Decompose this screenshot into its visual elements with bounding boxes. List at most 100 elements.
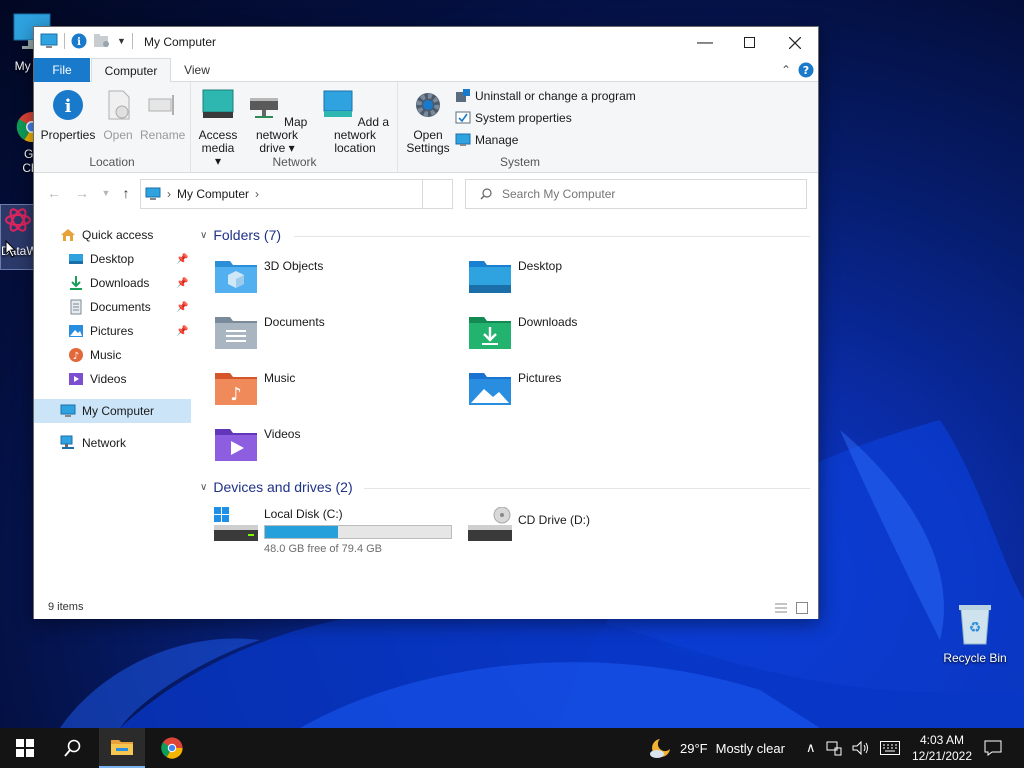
monitor-icon <box>60 403 76 419</box>
pin-icon: 📌 <box>176 301 189 313</box>
divider <box>294 236 810 237</box>
sidebar-item-music[interactable]: ♪ Music <box>34 343 191 367</box>
rename-button[interactable]: Rename <box>140 88 185 142</box>
weather-widget[interactable]: 29°F Mostly clear <box>648 728 785 768</box>
network-status-icon[interactable] <box>826 740 842 756</box>
open-label: Open <box>103 128 133 142</box>
navigation-pane: Quick access Desktop 📌 Downloads 📌 Docum… <box>34 217 192 591</box>
clock[interactable]: 4:03 AM 12/21/2022 <box>908 732 976 764</box>
tab-file[interactable]: File <box>34 58 90 82</box>
add-network-location-label-line2: location <box>334 141 376 155</box>
properties-icon[interactable]: i <box>71 33 87 49</box>
chevron-up-icon[interactable]: ∧ <box>806 740 816 756</box>
download-icon <box>68 275 84 291</box>
taskbar-file-explorer[interactable] <box>99 728 145 768</box>
devices-section-header[interactable]: ∨ Devices and drives (2) <box>200 479 353 495</box>
properties-button[interactable]: i Properties <box>40 88 96 142</box>
sidebar-item-documents[interactable]: Documents 📌 <box>34 295 191 319</box>
svg-text:i: i <box>65 96 72 117</box>
status-bar: 9 items <box>34 597 818 619</box>
notifications-button[interactable] <box>970 728 1016 768</box>
collapse-ribbon-button[interactable]: ⌃ <box>778 62 794 78</box>
details-view-icon[interactable] <box>774 602 788 614</box>
sidebar-item-quick-access[interactable]: Quick access <box>34 223 191 247</box>
sidebar-item-label: Documents <box>90 300 151 314</box>
manage-button[interactable]: Manage <box>455 132 518 148</box>
properties-label: Properties <box>40 128 96 142</box>
notification-icon <box>984 740 1002 756</box>
sidebar-item-pictures[interactable]: Pictures 📌 <box>34 319 191 343</box>
folder-3d-objects[interactable]: 3D Objects <box>214 255 454 305</box>
mouse-cursor-icon <box>5 240 17 258</box>
folder-label: Documents <box>264 315 325 329</box>
address-bar[interactable]: › My Computer › <box>140 179 453 209</box>
back-button[interactable]: ← <box>44 183 64 203</box>
uninstall-program-button[interactable]: Uninstall or change a program <box>455 88 636 104</box>
minimize-button[interactable]: — <box>682 27 728 58</box>
windows-drive-icon <box>214 507 258 541</box>
arrow-right-icon: → <box>75 185 89 201</box>
folder-videos[interactable]: Videos <box>214 423 454 473</box>
sidebar-item-my-computer[interactable]: My Computer <box>34 399 191 423</box>
videos-folder-icon <box>215 429 257 461</box>
add-network-location-button[interactable]: Add a network location <box>316 88 394 155</box>
folder-pictures[interactable]: Pictures <box>468 367 708 417</box>
pin-icon: 📌 <box>176 253 189 265</box>
taskbar-chrome[interactable] <box>149 728 195 768</box>
desktop-folder-icon <box>68 251 84 267</box>
map-network-drive-button[interactable]: Map network drive ▾ <box>242 88 312 155</box>
open-button[interactable]: Open <box>98 88 138 142</box>
search-box[interactable]: Search My Computer <box>465 179 807 209</box>
weather-temperature: 29°F <box>680 740 708 756</box>
folder-desktop[interactable]: Desktop <box>468 255 708 305</box>
folder-downloads[interactable]: Downloads <box>468 311 708 361</box>
new-folder-icon[interactable] <box>93 33 111 49</box>
desktop-icon-recycle-bin[interactable]: ♻ Recycle Bin <box>940 602 1010 665</box>
sidebar-item-label: Desktop <box>90 252 135 266</box>
keyboard-icon[interactable] <box>879 741 900 755</box>
breadcrumb-my-computer[interactable]: My Computer <box>177 187 249 201</box>
maximize-button[interactable] <box>726 27 772 58</box>
gear-icon <box>416 93 440 117</box>
close-button[interactable] <box>772 27 818 58</box>
up-button[interactable]: ↑ <box>116 183 136 203</box>
forward-button[interactable]: → <box>72 183 92 203</box>
large-icons-view-icon[interactable] <box>796 602 808 614</box>
drive-cd-d[interactable]: CD Drive (D:) <box>468 503 708 553</box>
sidebar-item-label: Pictures <box>90 324 134 338</box>
drive-local-disk-c[interactable]: Local Disk (C:) 48.0 GB free of 79.4 GB <box>214 503 454 559</box>
open-settings-label-line1: Open <box>413 128 443 142</box>
monitor-icon <box>145 187 161 200</box>
sidebar-item-downloads[interactable]: Downloads 📌 <box>34 271 191 295</box>
folders-section-header[interactable]: ∨ Folders (7) <box>200 227 281 243</box>
folder-music[interactable]: ♪ Music <box>214 367 454 417</box>
taskbar: 29°F Mostly clear ∧ 4:03 AM 12/21/2022 <box>0 728 1024 768</box>
search-input[interactable]: Search My Computer <box>502 187 615 201</box>
search-button[interactable] <box>50 728 96 768</box>
tab-computer[interactable]: Computer <box>91 58 171 83</box>
sidebar-item-network[interactable]: Network <box>34 431 191 455</box>
volume-icon[interactable] <box>852 740 870 756</box>
svg-text:♪: ♪ <box>73 351 79 362</box>
arrow-up-icon: ↑ <box>122 185 130 201</box>
ribbon-group-location: i Properties Open Rename Location <box>34 82 191 173</box>
ribbon-tabs: File Computer View ⌃ ? <box>34 58 818 83</box>
sidebar-item-videos[interactable]: Videos <box>34 367 191 391</box>
rename-icon <box>148 95 174 115</box>
recent-locations-button[interactable]: ▼ <box>96 183 116 203</box>
drive-usage-bar <box>264 525 452 539</box>
tab-view[interactable]: View <box>174 58 220 82</box>
help-button[interactable]: ? <box>798 62 814 78</box>
open-icon <box>108 90 130 120</box>
chevron-down-icon[interactable]: ▼ <box>117 36 126 46</box>
start-button[interactable] <box>2 728 48 768</box>
open-settings-button[interactable]: Open Settings <box>403 88 453 155</box>
map-network-drive-label-line2: drive ▾ <box>259 141 295 155</box>
sidebar-item-desktop[interactable]: Desktop 📌 <box>34 247 191 271</box>
folder-documents[interactable]: Documents <box>214 311 454 361</box>
desktop-icon-datawrapper[interactable]: DataW <box>0 204 38 270</box>
breadcrumb-separator[interactable]: › <box>255 187 259 201</box>
search-icon <box>64 739 81 757</box>
system-properties-button[interactable]: System properties <box>455 110 572 126</box>
address-dropdown-button[interactable] <box>422 179 453 209</box>
